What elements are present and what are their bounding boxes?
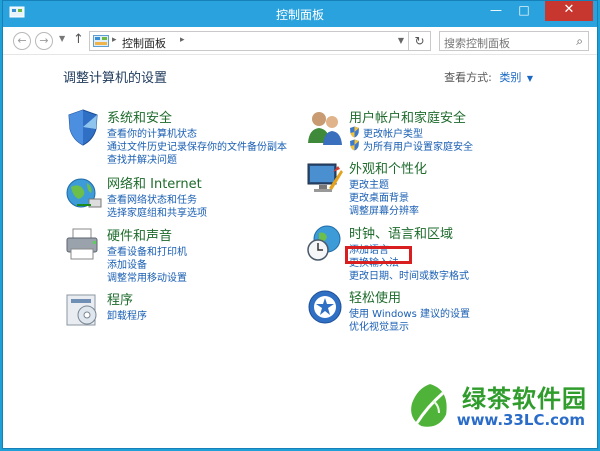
chevron-right-icon[interactable]: ▸ bbox=[180, 35, 185, 45]
chevron-down-icon[interactable]: ▼ bbox=[527, 74, 533, 83]
globe-icon[interactable] bbox=[63, 173, 103, 213]
navigation-bar: ← → ▼ ↑ ▸ 控制面板 ▸ ▼ ↻ ⌕ bbox=[3, 27, 597, 55]
page-title: 调整计算机的设置 bbox=[63, 71, 168, 86]
search-input[interactable] bbox=[444, 34, 564, 53]
category-title[interactable]: 网络和 Internet bbox=[107, 173, 202, 192]
close-button[interactable]: ✕ bbox=[545, 1, 593, 21]
view-by: 查看方式: 类别 ▼ bbox=[444, 69, 533, 85]
link-homegroup-sharing[interactable]: 选择家庭组和共享选项 bbox=[107, 204, 207, 219]
clock-globe-icon[interactable] bbox=[305, 223, 345, 263]
watermark-url: www.33LC.com bbox=[456, 411, 585, 429]
category-title[interactable]: 时钟、语言和区域 bbox=[349, 223, 453, 242]
category-hardware-sound: 硬件和声音 查看设备和打印机 添加设备 调整常用移动设置 bbox=[63, 225, 283, 285]
up-button[interactable]: ↑ bbox=[73, 32, 84, 47]
maximize-button[interactable]: □ bbox=[511, 1, 537, 21]
address-bar[interactable]: ▸ 控制面板 ▸ ▼ ↻ bbox=[89, 31, 431, 51]
link-screen-resolution[interactable]: 调整屏幕分辨率 bbox=[349, 202, 419, 217]
link-date-time-number-format[interactable]: 更改日期、时间或数字格式 bbox=[349, 267, 469, 282]
breadcrumb-control-panel[interactable]: 控制面板 bbox=[122, 35, 166, 51]
shield-icon[interactable] bbox=[63, 107, 103, 147]
users-icon[interactable] bbox=[305, 107, 345, 147]
link-family-safety[interactable]: 为所有用户设置家庭安全 bbox=[363, 138, 473, 153]
control-panel-window: 控制面板 — □ ✕ ← → ▼ ↑ ▸ 控制面板 ▸ ▼ ↻ ⌕ 调整计算机的… bbox=[2, 0, 598, 449]
watermark-brand: 绿茶软件园 bbox=[462, 385, 587, 413]
category-title[interactable]: 系统和安全 bbox=[107, 107, 172, 126]
uac-shield-icon bbox=[350, 126, 359, 138]
category-title[interactable]: 外观和个性化 bbox=[349, 158, 427, 177]
view-by-dropdown[interactable]: 类别 bbox=[499, 71, 521, 84]
programs-icon[interactable] bbox=[63, 289, 103, 329]
refresh-icon[interactable]: ↻ bbox=[408, 31, 430, 51]
category-user-accounts: 用户帐户和家庭安全 更改帐户类型 为所有用户设置家庭安全 bbox=[305, 107, 525, 157]
watermark: 绿茶软件园 www.33LC.com bbox=[401, 379, 591, 439]
monitor-icon[interactable] bbox=[305, 158, 345, 198]
search-box[interactable]: ⌕ bbox=[439, 31, 589, 53]
category-title[interactable]: 程序 bbox=[107, 289, 133, 308]
link-troubleshoot[interactable]: 查找并解决问题 bbox=[107, 151, 177, 166]
printer-icon[interactable] bbox=[63, 225, 103, 265]
link-mobility-settings[interactable]: 调整常用移动设置 bbox=[107, 269, 187, 284]
category-programs: 程序 卸载程序 bbox=[63, 289, 263, 333]
category-title[interactable]: 用户帐户和家庭安全 bbox=[349, 107, 466, 126]
category-title[interactable]: 轻松使用 bbox=[349, 287, 401, 306]
category-clock-language-region: 时钟、语言和区域 添加语言 更换输入法 更改日期、时间或数字格式 bbox=[305, 223, 525, 283]
link-optimize-visual-display[interactable]: 优化视觉显示 bbox=[349, 318, 409, 333]
leaf-logo-icon bbox=[409, 381, 449, 429]
minimize-button[interactable]: — bbox=[483, 1, 509, 21]
category-appearance: 外观和个性化 更改主题 更改桌面背景 调整屏幕分辨率 bbox=[305, 158, 525, 218]
address-dropdown-icon[interactable]: ▼ bbox=[398, 36, 404, 45]
category-network-internet: 网络和 Internet 查看网络状态和任务 选择家庭组和共享选项 bbox=[63, 173, 283, 223]
chevron-right-icon[interactable]: ▸ bbox=[112, 35, 117, 45]
search-icon[interactable]: ⌕ bbox=[576, 34, 583, 49]
recent-locations-dropdown[interactable]: ▼ bbox=[59, 34, 65, 43]
title-bar[interactable]: 控制面板 — □ ✕ bbox=[3, 1, 597, 27]
main-content: 调整计算机的设置 查看方式: 类别 ▼ 系统和安全 查看你的计算机状态 通过文件… bbox=[3, 55, 597, 447]
category-system-security: 系统和安全 查看你的计算机状态 通过文件历史记录保存你的文件备份副本 查找并解决… bbox=[63, 107, 303, 167]
back-button[interactable]: ← bbox=[13, 32, 31, 50]
control-panel-icon bbox=[93, 35, 109, 47]
category-ease-of-access: 轻松使用 使用 Windows 建议的设置 优化视觉显示 bbox=[305, 287, 525, 337]
link-uninstall-program[interactable]: 卸载程序 bbox=[107, 307, 147, 322]
view-by-label: 查看方式: bbox=[444, 71, 492, 84]
category-title[interactable]: 硬件和声音 bbox=[107, 225, 172, 244]
highlight-box bbox=[345, 246, 412, 264]
uac-shield-icon bbox=[350, 139, 359, 151]
ease-of-access-icon[interactable] bbox=[305, 287, 345, 327]
forward-button[interactable]: → bbox=[35, 32, 53, 50]
